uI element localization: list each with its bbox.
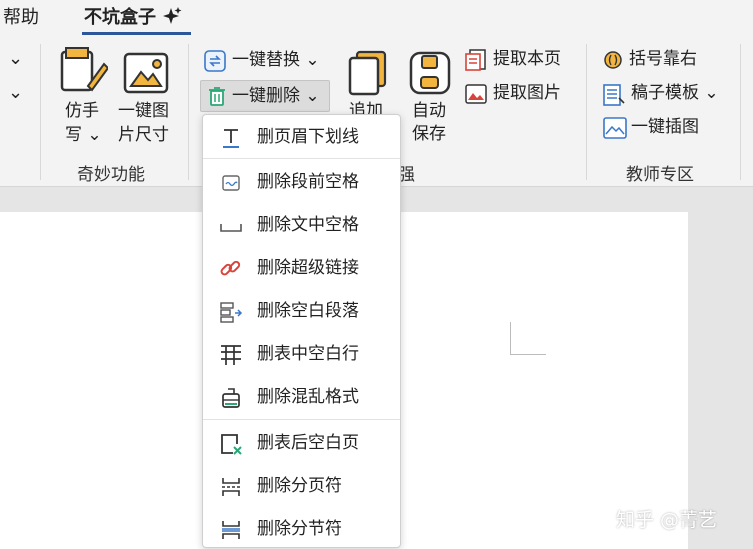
- menu-item-label: 删除混乱格式: [257, 387, 359, 407]
- grid-template-icon: [603, 84, 625, 110]
- image-resize-label-1: 一键图: [118, 101, 169, 121]
- delete-dropdown-menu: 删页眉下划线 删除段前空格 删除文中空格 删除超级链接 删除空白段落 删表中空白…: [202, 114, 401, 548]
- handwriting-label-1: 仿手: [65, 101, 99, 121]
- menu-item-label: 删表中空白行: [257, 344, 359, 364]
- handwriting-icon: [58, 46, 110, 100]
- space-icon: [219, 215, 243, 237]
- group-divider: [188, 44, 189, 180]
- group-divider: [740, 44, 741, 180]
- table-row-icon: [219, 344, 243, 366]
- menu-item-label: 删除段前空格: [257, 172, 359, 192]
- handwriting-button[interactable]: 仿手 写 ⌄: [55, 44, 111, 145]
- image-resize-icon: [121, 46, 171, 100]
- group-label-teacher: 教师专区: [626, 165, 694, 185]
- menu-item-delete-section-break[interactable]: 删除分节符: [203, 509, 400, 549]
- page-break-icon: [219, 476, 243, 498]
- autosave-label-2: 保存: [412, 124, 446, 144]
- group-label-qimiao: 奇妙功能: [77, 165, 145, 185]
- blank-page-icon: [219, 433, 243, 455]
- one-click-replace-label: 一键替换 ⌄: [232, 50, 320, 70]
- image-resize-label-2: 片尺寸: [118, 125, 169, 145]
- trash-icon: [206, 85, 228, 111]
- one-click-delete-button[interactable]: 一键删除 ⌄: [200, 80, 330, 112]
- menu-item-delete-empty-paragraph[interactable]: 删除空白段落: [203, 291, 400, 331]
- watermark: 知乎 @菁艺: [616, 509, 718, 531]
- eraser-icon: [219, 387, 243, 409]
- menu-item-delete-leading-space[interactable]: 删除段前空格: [203, 162, 400, 202]
- link-icon: [219, 258, 243, 280]
- handwriting-label-2: 写 ⌄: [65, 125, 102, 145]
- extract-image-label: 提取图片: [493, 83, 561, 103]
- one-click-delete-label: 一键删除 ⌄: [232, 86, 320, 106]
- image-resize-button[interactable]: 一键图 片尺寸: [116, 44, 178, 145]
- menu-item-label: 删表后空白页: [257, 433, 359, 453]
- section-break-icon: [219, 519, 243, 541]
- menu-item-label: 删除超级链接: [257, 258, 359, 278]
- ribbon-expand-chevron-1[interactable]: ⌄: [8, 48, 23, 69]
- tab-bukeng-box-label: 不坑盒子: [84, 7, 156, 28]
- menu-item-delete-header-underline[interactable]: 删页眉下划线: [203, 117, 400, 157]
- menu-item-label: 删除文中空格: [257, 215, 359, 235]
- extract-page-label: 提取本页: [493, 49, 561, 69]
- menu-item-delete-messy-format[interactable]: 删除混乱格式: [203, 377, 400, 417]
- group-divider: [40, 44, 41, 180]
- menu-item-delete-empty-table-row[interactable]: 删表中空白行: [203, 334, 400, 374]
- autosave-label-1: 自动: [412, 101, 446, 121]
- autosave-button[interactable]: 自动 保存: [406, 48, 454, 144]
- extract-image-icon: [465, 83, 487, 109]
- menu-item-delete-hyperlink[interactable]: 删除超级链接: [203, 248, 400, 288]
- extract-page-icon: [465, 49, 487, 75]
- sparkle-icon: [162, 7, 182, 28]
- bracket-right-label: 括号靠右: [629, 49, 697, 69]
- menu-item-label: 删除分页符: [257, 476, 342, 496]
- menu-item-delete-inline-space[interactable]: 删除文中空格: [203, 205, 400, 245]
- tab-help[interactable]: 帮助: [3, 6, 39, 30]
- empty-paragraph-icon: [219, 301, 243, 323]
- text-underline-icon: [219, 127, 243, 149]
- menu-item-delete-trailing-blank-page[interactable]: 删表后空白页: [203, 423, 400, 463]
- tab-bar: 帮助 不坑盒子: [0, 0, 753, 38]
- menu-item-label: 删除空白段落: [257, 301, 359, 321]
- margin-corner-mark: [510, 322, 511, 354]
- ribbon-expand-chevron-2[interactable]: ⌄: [8, 82, 23, 103]
- margin-corner-mark: [510, 354, 546, 355]
- grid-template-label: 稿子模板 ⌄: [631, 83, 719, 103]
- append-doc-icon: [347, 50, 389, 100]
- menu-separator: [203, 419, 400, 420]
- insert-image-icon: [603, 117, 627, 143]
- append-button[interactable]: 追加: [345, 48, 389, 121]
- menu-item-label: 删页眉下划线: [257, 127, 359, 147]
- menu-separator: [203, 158, 400, 159]
- menu-item-delete-page-break[interactable]: 删除分页符: [203, 466, 400, 506]
- insert-image-label: 一键插图: [631, 117, 699, 137]
- menu-item-label: 删除分节符: [257, 519, 342, 539]
- paragraph-space-icon: [219, 172, 243, 194]
- replace-icon: [204, 50, 226, 76]
- bracket-icon: [603, 50, 623, 74]
- group-divider: [586, 44, 587, 180]
- tab-bukeng-box[interactable]: 不坑盒子: [84, 6, 182, 30]
- active-tab-indicator: [82, 32, 191, 35]
- save-icon: [408, 50, 452, 100]
